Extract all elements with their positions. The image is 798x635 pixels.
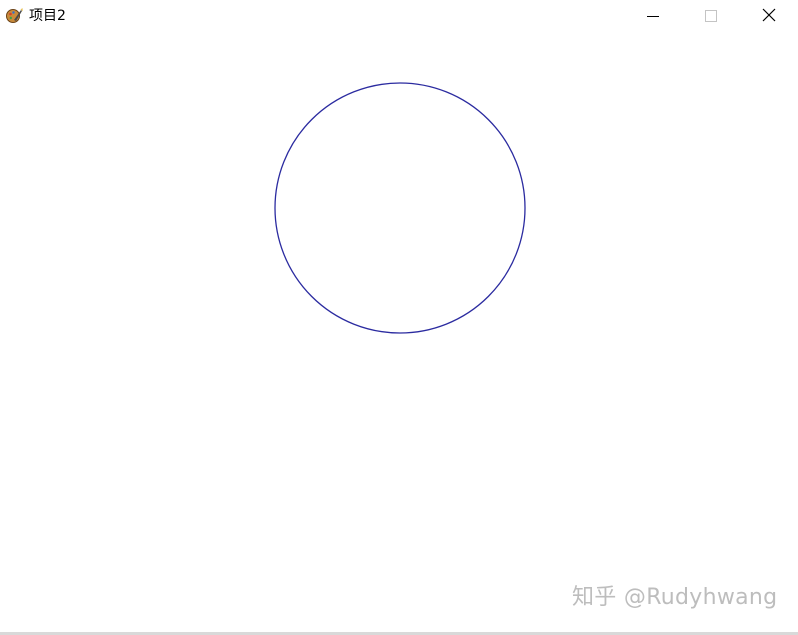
minimize-button[interactable] <box>624 0 682 33</box>
maximize-icon <box>705 7 717 26</box>
paint-brush-icon[interactable] <box>5 7 23 25</box>
app-window: 项目2 知乎 @Rudyhwang <box>0 0 798 635</box>
maximize-button[interactable] <box>682 0 740 33</box>
drawing-canvas[interactable] <box>0 33 798 633</box>
close-icon <box>762 7 776 26</box>
drawn-circle <box>274 82 526 334</box>
close-button[interactable] <box>740 0 798 33</box>
window-title: 项目2 <box>29 8 66 24</box>
minimize-icon <box>647 7 659 26</box>
title-bar[interactable]: 项目2 <box>0 0 798 33</box>
watermark-text: 知乎 @Rudyhwang <box>572 585 778 610</box>
